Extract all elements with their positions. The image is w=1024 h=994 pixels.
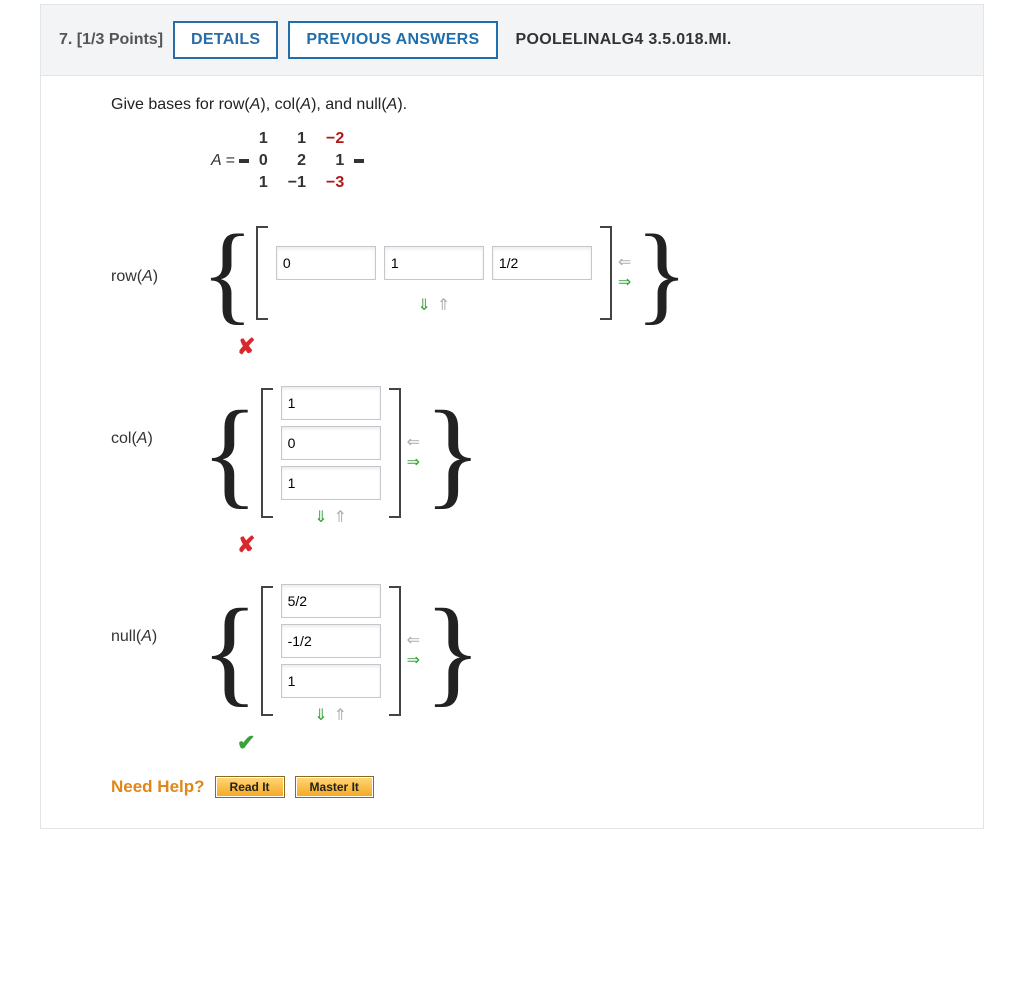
col-A-label: col(A)	[111, 380, 201, 448]
arrow-left-icon[interactable]: ⇐	[407, 435, 420, 451]
need-help-label: Need Help?	[111, 777, 205, 797]
null-A-label: null(A)	[111, 578, 201, 646]
details-button[interactable]: DETAILS	[173, 21, 278, 59]
nullA-input-2[interactable]	[281, 624, 381, 658]
master-it-button[interactable]: Master It	[295, 776, 374, 798]
need-help-row: Need Help? Read It Master It	[111, 776, 963, 798]
nullA-input-3[interactable]	[281, 664, 381, 698]
rowA-input-1[interactable]	[276, 246, 376, 280]
read-it-button[interactable]: Read It	[215, 776, 285, 798]
question-header: 7. [1/3 Points] DETAILS PREVIOUS ANSWERS…	[41, 5, 983, 76]
row-A-label: row(A)	[111, 218, 201, 286]
colA-input-2[interactable]	[281, 426, 381, 460]
colA-input-1[interactable]	[281, 386, 381, 420]
wrong-icon: ✘	[237, 532, 255, 558]
nullA-input-1[interactable]	[281, 584, 381, 618]
null-A-section: null(A) { ⇓ ⇑	[111, 578, 963, 756]
wrong-icon: ✘	[237, 334, 255, 360]
col-A-section: col(A) { ⇓ ⇑	[111, 380, 963, 558]
row-A-section: row(A) { ⇓ ⇑	[111, 218, 963, 360]
question-card: 7. [1/3 Points] DETAILS PREVIOUS ANSWERS…	[40, 4, 984, 829]
arrow-up-icon[interactable]: ⇑	[334, 510, 347, 526]
arrow-up-icon[interactable]: ⇑	[334, 708, 347, 724]
arrow-down-icon[interactable]: ⇓	[314, 708, 327, 724]
question-source: POOLELINALG4 3.5.018.MI.	[516, 31, 732, 49]
matrix-A: A = 1 1 −2 0 2 1 1 −1 −3	[211, 128, 963, 194]
check-icon: ✔	[237, 730, 255, 756]
arrow-left-icon[interactable]: ⇐	[618, 255, 631, 271]
rowA-input-2[interactable]	[384, 246, 484, 280]
arrow-down-icon[interactable]: ⇓	[314, 510, 327, 526]
arrow-right-icon[interactable]: ⇒	[618, 275, 631, 291]
question-body: Give bases for row(A), col(A), and null(…	[41, 76, 983, 828]
arrow-right-icon[interactable]: ⇒	[407, 455, 420, 471]
question-number: 7. [1/3 Points]	[59, 31, 163, 49]
arrow-down-icon[interactable]: ⇓	[417, 298, 430, 314]
arrow-right-icon[interactable]: ⇒	[407, 653, 420, 669]
arrow-left-icon[interactable]: ⇐	[407, 633, 420, 649]
rowA-input-3[interactable]	[492, 246, 592, 280]
prompt-text: Give bases for row(A), col(A), and null(…	[111, 96, 963, 114]
matrix-label: A =	[211, 152, 235, 170]
previous-answers-button[interactable]: PREVIOUS ANSWERS	[288, 21, 497, 59]
arrow-up-icon[interactable]: ⇑	[437, 298, 450, 314]
colA-input-3[interactable]	[281, 466, 381, 500]
